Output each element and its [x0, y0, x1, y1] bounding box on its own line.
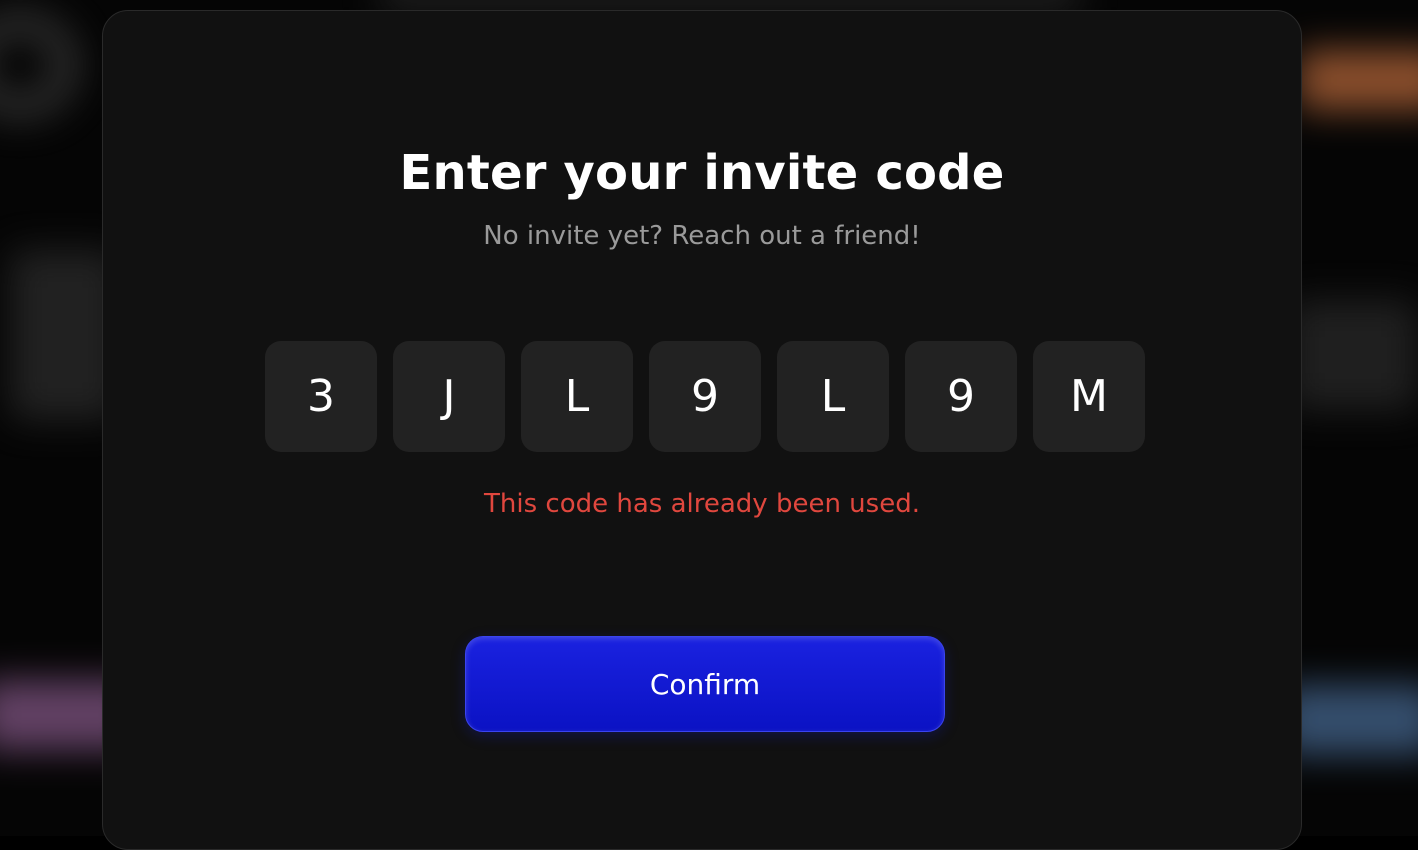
- code-digit-input-5[interactable]: L: [777, 341, 889, 452]
- code-digit-input-2[interactable]: J: [393, 341, 505, 452]
- invite-code-modal: Enter your invite code No invite yet? Re…: [102, 10, 1302, 850]
- code-digit-input-4[interactable]: 9: [649, 341, 761, 452]
- background-blur-glyph-right: [1288, 300, 1418, 410]
- code-digit-input-6[interactable]: 9: [905, 341, 1017, 452]
- modal-subtitle: No invite yet? Reach out a friend!: [103, 221, 1301, 251]
- background-blur-orange: [1298, 50, 1418, 110]
- confirm-button[interactable]: Confirm: [465, 636, 945, 732]
- invite-code-input-group: 3 J L 9 L 9 M: [265, 341, 1145, 452]
- background-blur-ring: [0, 10, 80, 120]
- confirm-button-label: Confirm: [650, 668, 760, 701]
- modal-title: Enter your invite code: [103, 145, 1301, 201]
- code-digit-input-7[interactable]: M: [1033, 341, 1145, 452]
- error-message: This code has already been used.: [103, 489, 1301, 519]
- code-digit-input-1[interactable]: 3: [265, 341, 377, 452]
- code-digit-input-3[interactable]: L: [521, 341, 633, 452]
- background-blur-strip: [380, 0, 1080, 10]
